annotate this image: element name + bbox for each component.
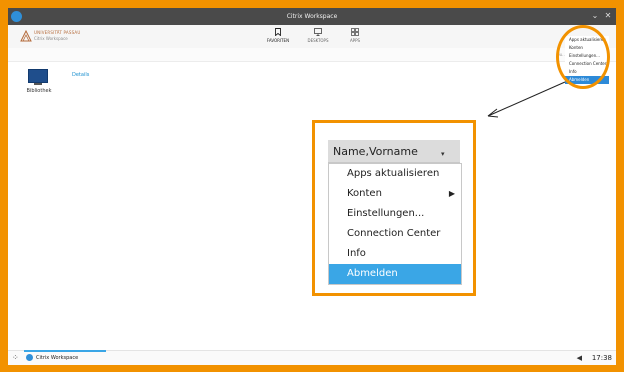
close-button[interactable]: ✕ bbox=[603, 11, 613, 21]
tab-label: FAVORITEN bbox=[266, 38, 290, 43]
window-titlebar: Citrix Workspace ⌄ ✕ bbox=[8, 8, 616, 25]
app-name: Bibliothek bbox=[26, 88, 52, 94]
bookmark-icon bbox=[275, 28, 281, 36]
search-bar: ⌕ Su... bbox=[8, 48, 616, 62]
zoomed-menu-callout: Name,Vorname ▾ Apps aktualisieren Konten… bbox=[312, 120, 476, 296]
zoom-item-apps-aktualisieren[interactable]: Apps aktualisieren bbox=[329, 164, 461, 184]
minimize-button[interactable]: ⌄ bbox=[590, 11, 600, 21]
menu-item-info[interactable]: Info bbox=[565, 68, 609, 76]
submenu-arrow-icon: ▶ bbox=[448, 189, 455, 198]
citrix-icon bbox=[26, 354, 33, 361]
user-name-header[interactable]: Name,Vorname ▾ bbox=[328, 140, 460, 163]
menu-item-konten[interactable]: Konten bbox=[565, 44, 609, 52]
logo-text-line1: UNIVERSITÄT PASSAU bbox=[34, 30, 81, 35]
zoom-item-connection-center[interactable]: Connection Center bbox=[329, 224, 461, 244]
details-link[interactable]: Details bbox=[72, 72, 89, 78]
grid-icon bbox=[351, 28, 359, 36]
tab-label: APPS bbox=[349, 38, 361, 43]
chevron-down-icon: ▾ bbox=[441, 150, 445, 158]
clock[interactable]: 17:38 bbox=[592, 354, 612, 362]
tab-label: DESKTOPS bbox=[307, 38, 329, 43]
zoom-item-abmelden[interactable]: Abmelden bbox=[329, 264, 461, 284]
taskbar-app-label: Citrix Workspace bbox=[36, 355, 79, 361]
menu-item-apps-aktualisieren[interactable]: Apps aktualisieren bbox=[565, 36, 609, 44]
desktop-app-icon bbox=[28, 69, 48, 83]
app-tile-bibliothek[interactable]: Bibliothek bbox=[24, 69, 52, 99]
logo-mark-icon bbox=[20, 30, 32, 42]
menu-item-einstellungen[interactable]: Einstellungen... bbox=[565, 52, 609, 60]
taskbar-app-citrix[interactable]: Citrix Workspace bbox=[24, 350, 106, 365]
menu-item-connection-center[interactable]: Connection Center bbox=[565, 60, 609, 68]
tab-apps[interactable]: APPS bbox=[338, 28, 372, 43]
monitor-icon bbox=[314, 28, 322, 36]
tab-favoriten[interactable]: FAVORITEN bbox=[261, 28, 295, 43]
app-header: UNIVERSITÄT PASSAU Citrix Workspace FAVO… bbox=[8, 25, 616, 49]
user-name: Name,Vorname bbox=[333, 145, 418, 158]
university-logo: UNIVERSITÄT PASSAU Citrix Workspace bbox=[18, 28, 81, 44]
user-dropdown-menu: Apps aktualisieren Konten Einstellungen.… bbox=[565, 36, 609, 84]
logo-text-line2: Citrix Workspace bbox=[34, 36, 68, 41]
tab-desktops[interactable]: DESKTOPS bbox=[301, 28, 335, 43]
volume-icon[interactable]: ◀ bbox=[577, 354, 582, 362]
active-indicator bbox=[24, 350, 106, 352]
zoom-item-info[interactable]: Info bbox=[329, 244, 461, 264]
zoom-item-konten[interactable]: Konten ▶ bbox=[329, 184, 461, 204]
menu-item-abmelden[interactable]: Abmelden bbox=[565, 76, 609, 84]
monitor-stand bbox=[34, 83, 42, 85]
zoomed-dropdown-menu: Apps aktualisieren Konten ▶ Einstellungen… bbox=[328, 163, 462, 285]
start-menu-icon[interactable]: ⁘ bbox=[12, 353, 19, 362]
zoom-item-einstellungen[interactable]: Einstellungen... bbox=[329, 204, 461, 224]
window-title: Citrix Workspace bbox=[286, 13, 338, 20]
taskbar: ⁘ Citrix Workspace ◀ 17:38 bbox=[8, 350, 616, 365]
